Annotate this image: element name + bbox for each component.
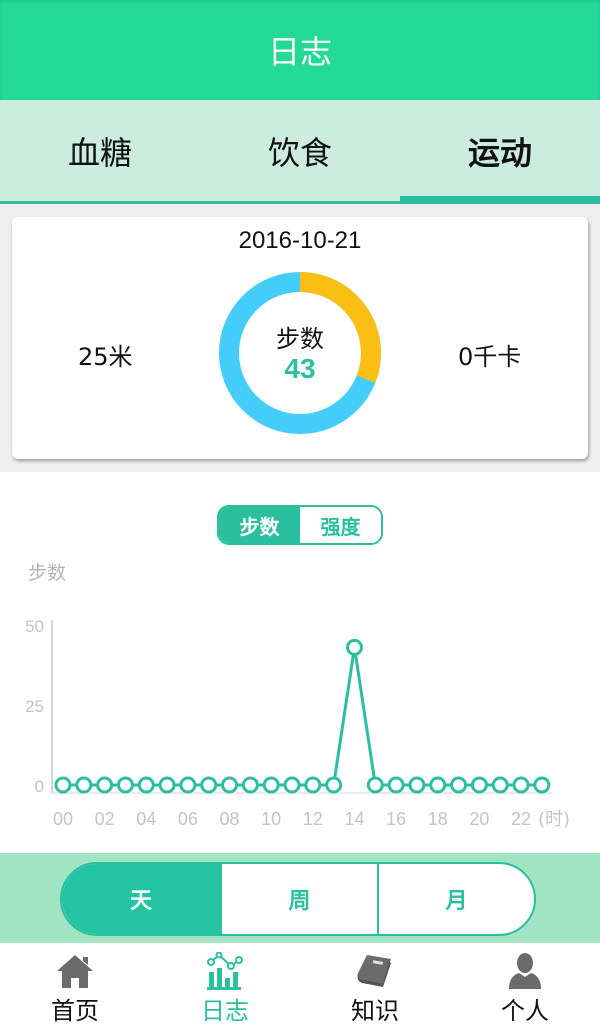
- data-point: [470, 776, 488, 794]
- x-tick-label: 04: [136, 809, 156, 829]
- data-point: [387, 776, 405, 794]
- book-icon: [355, 951, 395, 991]
- x-tick-label: 10: [261, 809, 281, 829]
- donut-center-label: 步数: [276, 325, 324, 353]
- nav-label: 首页: [51, 997, 99, 1025]
- data-point: [137, 776, 155, 794]
- x-tick-label: 08: [220, 809, 240, 829]
- x-tick-label: 02: [95, 809, 115, 829]
- range-toggle: 天 周 月: [60, 862, 536, 936]
- tab-label: 饮食: [267, 133, 332, 172]
- data-point: [408, 776, 426, 794]
- bottom-nav: 首页 日志 知识 个人: [0, 943, 600, 1033]
- y-tick-label: 0: [35, 777, 44, 796]
- data-point: [221, 776, 239, 794]
- data-point: [450, 776, 468, 794]
- series-line: [63, 647, 542, 787]
- nav-profile[interactable]: 个人: [450, 943, 600, 1033]
- donut-center-value: 43: [284, 353, 316, 384]
- data-point: [200, 776, 218, 794]
- data-point: [262, 776, 280, 794]
- metric-toggle: 步数 强度: [217, 505, 383, 545]
- summary-date[interactable]: 2016-10-21: [12, 227, 588, 255]
- summary-card: 2016-10-21 25米 步数 43 0千卡: [12, 217, 588, 459]
- metric-intensity-button[interactable]: 强度: [300, 507, 381, 543]
- steps-line-chart: 0 25 50 00 02 04 06 08 10 12 14 16 18 20 22 (时): [25, 617, 570, 830]
- metric-steps-button[interactable]: 步数: [219, 507, 300, 543]
- person-icon: [505, 951, 545, 991]
- y-tick-label: 25: [25, 697, 44, 716]
- range-week-button[interactable]: 周: [220, 864, 377, 934]
- page-title: 日志: [267, 33, 332, 71]
- chart-y-axis-title: 步数: [28, 562, 67, 584]
- data-point: [283, 776, 301, 794]
- y-tick-label: 50: [25, 617, 44, 636]
- data-point: [241, 776, 259, 794]
- data-point: [533, 776, 551, 794]
- home-icon: [55, 951, 95, 991]
- nav-knowledge[interactable]: 知识: [300, 943, 450, 1033]
- data-point: [345, 638, 363, 656]
- nav-log[interactable]: 日志: [150, 943, 300, 1033]
- x-tick-label: 20: [469, 809, 489, 829]
- nav-label: 知识: [351, 997, 399, 1025]
- data-point: [158, 776, 176, 794]
- data-point: [179, 776, 197, 794]
- x-tick-label: 00: [53, 809, 73, 829]
- data-point: [116, 776, 134, 794]
- nav-home[interactable]: 首页: [0, 943, 150, 1033]
- tab-label: 血糖: [67, 133, 132, 172]
- data-point: [304, 776, 322, 794]
- data-point: [75, 776, 93, 794]
- range-day-button[interactable]: 天: [62, 864, 220, 934]
- data-point: [491, 776, 509, 794]
- x-tick-label: 22: [511, 809, 531, 829]
- app-header: 日志: [0, 0, 600, 100]
- x-tick-label: 14: [344, 809, 364, 829]
- tab-exercise[interactable]: 运动: [400, 100, 600, 204]
- data-point: [96, 776, 114, 794]
- distance-value: 25米: [78, 343, 133, 371]
- nav-label: 个人: [501, 997, 549, 1025]
- chart-icon: [205, 951, 245, 991]
- x-tick-label: 06: [178, 809, 198, 829]
- x-tick-label: 12: [303, 809, 323, 829]
- calories-value: 0千卡: [458, 343, 522, 371]
- tab-diet[interactable]: 饮食: [200, 100, 400, 201]
- data-point: [325, 776, 343, 794]
- category-tabs: 血糖 饮食 运动: [0, 100, 600, 204]
- data-point: [512, 776, 530, 794]
- tab-blood-sugar[interactable]: 血糖: [0, 100, 200, 201]
- x-tick-label: 16: [386, 809, 406, 829]
- tab-label: 运动: [467, 133, 532, 172]
- nav-label: 日志: [201, 997, 249, 1025]
- range-month-button[interactable]: 月: [377, 864, 534, 934]
- x-axis-unit-label: (时): [538, 809, 570, 830]
- data-point: [366, 776, 384, 794]
- data-point: [429, 776, 447, 794]
- data-point: [54, 776, 72, 794]
- x-tick-label: 18: [428, 809, 448, 829]
